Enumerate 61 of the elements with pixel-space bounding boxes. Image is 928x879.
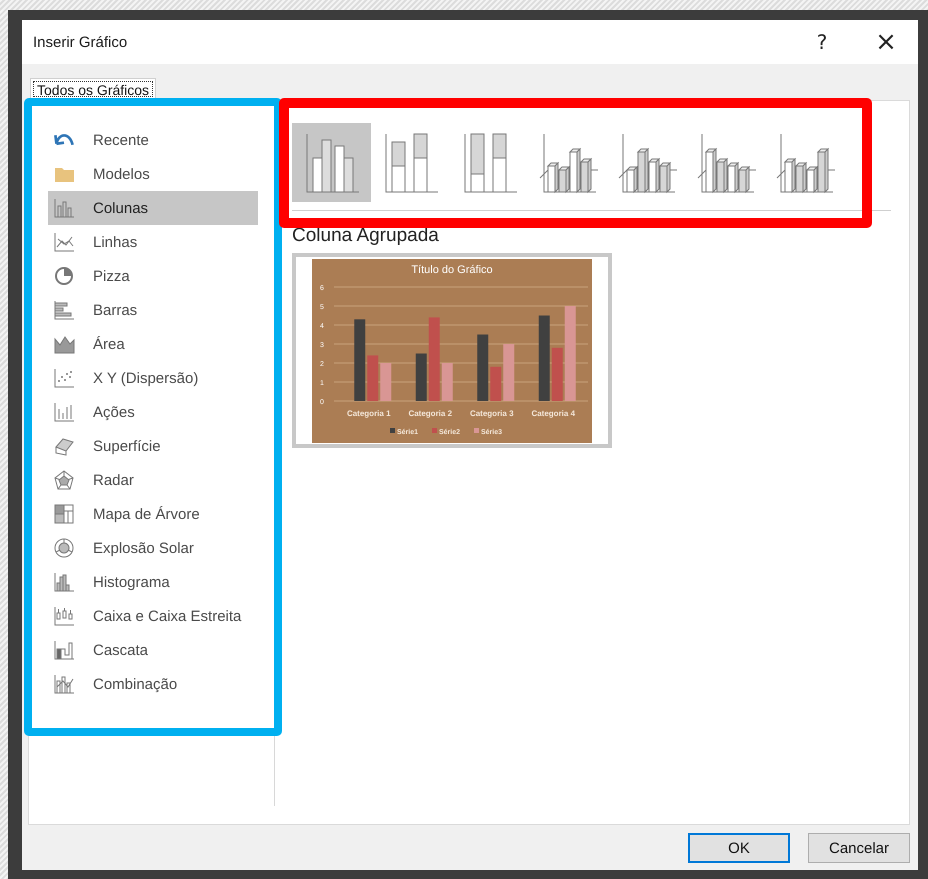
item-label: Cascata <box>93 642 148 658</box>
item-label: Área <box>93 336 125 352</box>
chart-type-item[interactable]: Ações <box>48 395 258 429</box>
item-label: Pizza <box>93 268 130 284</box>
item-label: Colunas <box>93 200 148 216</box>
chart-type-item[interactable]: Área <box>48 327 258 361</box>
stock-chart-icon <box>53 401 75 423</box>
cancel-button[interactable]: Cancelar <box>808 833 910 863</box>
ok-button[interactable]: OK <box>688 833 790 863</box>
help-button[interactable]: ? <box>790 20 854 64</box>
chart-type-item[interactable]: Radar <box>48 463 258 497</box>
chart-type-item[interactable]: Linhas <box>48 225 258 259</box>
item-label: Radar <box>93 472 134 488</box>
column-chart-icon <box>53 197 75 219</box>
radar-chart-icon <box>53 469 75 491</box>
item-label: X Y (Dispersão) <box>93 370 198 386</box>
scatter-chart-icon <box>53 367 75 389</box>
box-plot-icon <box>53 605 75 627</box>
sunburst-icon <box>53 537 75 559</box>
chart-type-item[interactable]: Mapa de Árvore <box>48 497 258 531</box>
item-label: Histograma <box>93 574 170 590</box>
chart-type-item[interactable]: Explosão Solar <box>48 531 258 565</box>
chart-type-item[interactable]: Superfície <box>48 429 258 463</box>
window-title: Inserir Gráfico <box>33 34 128 50</box>
chart-title: Título do Gráfico <box>411 264 493 276</box>
chart-type-item[interactable]: Modelos <box>48 157 258 191</box>
item-label: Linhas <box>93 234 138 250</box>
line-chart-icon <box>53 231 75 253</box>
axis-label: Categoria 2 <box>408 408 452 418</box>
item-label: Recente <box>93 132 149 148</box>
item-label: Ações <box>93 404 135 420</box>
tab[interactable]: Todos os Gráficos <box>30 78 156 100</box>
combo-chart-icon <box>53 673 75 695</box>
item-label: Mapa de Árvore <box>93 506 200 522</box>
close-button[interactable]: × <box>854 20 918 64</box>
bar-chart-icon <box>53 299 75 321</box>
subtype-heading: Coluna Agrupada <box>292 225 440 247</box>
chart-type-item[interactable]: Combinação <box>48 667 258 701</box>
item-label: Superfície <box>93 438 161 454</box>
chart-type-item[interactable]: Pizza <box>48 259 258 293</box>
chart-type-item[interactable]: Recente <box>48 123 258 157</box>
chart-type-item[interactable]: Barras <box>48 293 258 327</box>
item-label: Explosão Solar <box>93 540 194 556</box>
waterfall-chart-icon <box>53 639 75 661</box>
item-label: Combinação <box>93 676 178 692</box>
chart-type-item[interactable]: Cascata <box>48 633 258 667</box>
item-label: Barras <box>93 302 138 318</box>
chart-type-item[interactable]: Histograma <box>48 565 258 599</box>
pie-chart-icon <box>53 265 75 287</box>
histogram-icon <box>53 571 75 593</box>
axis-label: Categoria 1 <box>346 408 391 418</box>
item-label: Modelos <box>93 166 150 182</box>
item-label: Caixa e Caixa Estreita <box>93 608 242 624</box>
chart-type-item[interactable]: Caixa e Caixa Estreita <box>48 599 258 633</box>
chart-subtype-button[interactable] <box>292 123 371 202</box>
axis-label: Categoria 4 <box>531 408 576 418</box>
undo-arrow-icon <box>53 133 75 147</box>
axis-label: Categoria 3 <box>470 408 514 418</box>
chart-type-item[interactable]: Colunas <box>48 191 258 225</box>
treemap-icon <box>53 503 75 525</box>
chart-type-item[interactable]: X Y (Dispersão) <box>48 361 258 395</box>
